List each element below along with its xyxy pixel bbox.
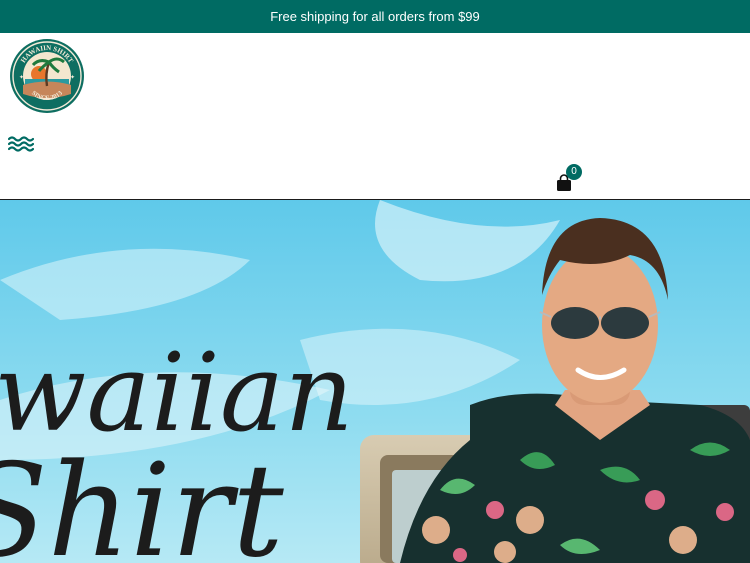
hero-banner[interactable]: waiian Shirt [0, 200, 750, 563]
site-header: HAWAIIN SHIRT SINCE 2013 ✦ ✦ 0 [0, 33, 750, 200]
announcement-bar: Free shipping for all orders from $99 [0, 0, 750, 33]
hero-headline-line2: Shirt [0, 437, 284, 563]
hero-image: waiian Shirt [0, 200, 750, 563]
menu-toggle-button[interactable] [7, 133, 35, 155]
logo-badge-icon: HAWAIIN SHIRT SINCE 2013 ✦ ✦ [10, 39, 84, 113]
announcement-text: Free shipping for all orders from $99 [270, 9, 480, 24]
cart-count-badge: 0 [566, 164, 582, 180]
cart-button[interactable]: 0 [553, 164, 585, 193]
svg-text:✦: ✦ [70, 74, 75, 81]
svg-text:✦: ✦ [19, 74, 24, 81]
site-logo[interactable]: HAWAIIN SHIRT SINCE 2013 ✦ ✦ [9, 38, 85, 114]
waves-menu-icon [7, 136, 35, 152]
